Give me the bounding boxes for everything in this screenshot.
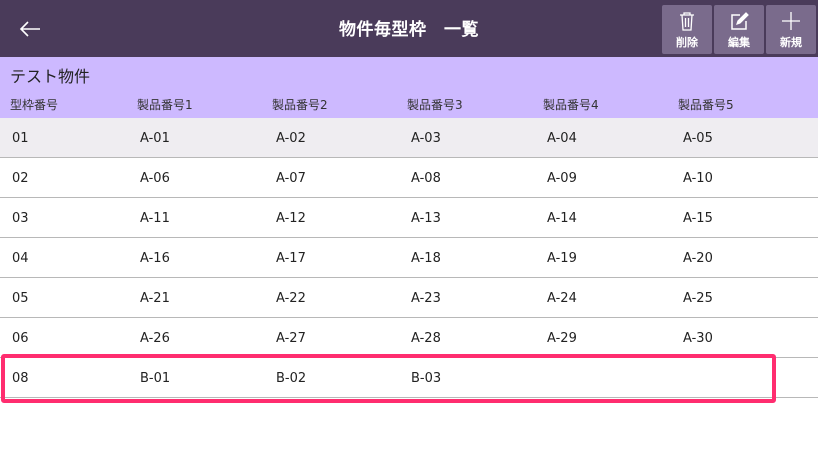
product-cell: A-01 [140,131,170,146]
new-button[interactable]: 新規 [766,5,816,54]
product-cell: A-17 [276,251,306,266]
table-row[interactable]: 04 A-16 A-17 A-18 A-19 A-20 [0,238,818,278]
form-number-cell: 03 [12,211,29,226]
table-row[interactable]: 02 A-06 A-07 A-08 A-09 A-10 [0,158,818,198]
product-cell: A-20 [683,251,713,266]
new-label: 新規 [780,36,802,49]
product-cell: A-18 [411,251,441,266]
edit-button[interactable]: 編集 [714,5,764,54]
table-header: テスト物件 型枠番号 製品番号1 製品番号2 製品番号3 製品番号4 製品番号5 [0,57,818,118]
form-number-cell: 02 [12,171,29,186]
column-header-product-1: 製品番号1 [137,98,193,112]
product-cell: A-07 [276,171,306,186]
product-cell: A-30 [683,331,713,346]
product-cell: B-02 [276,371,307,386]
product-cell: A-10 [683,171,713,186]
table-row[interactable]: 03 A-11 A-12 A-13 A-14 A-15 [0,198,818,238]
edit-label: 編集 [728,36,750,49]
form-number-cell: 05 [12,291,29,306]
product-cell: A-08 [411,171,441,186]
product-cell: A-13 [411,211,441,226]
product-cell: A-22 [276,291,306,306]
product-cell: B-01 [140,371,171,386]
product-cell: A-12 [276,211,306,226]
form-number-cell: 06 [12,331,29,346]
product-cell: A-23 [411,291,441,306]
product-cell: A-26 [140,331,170,346]
delete-button[interactable]: 削除 [662,5,712,54]
form-number-cell: 04 [12,251,29,266]
trash-icon [680,12,694,31]
plus-icon [782,12,800,30]
product-cell: A-04 [547,131,577,146]
table-row[interactable]: 05 A-21 A-22 A-23 A-24 A-25 [0,278,818,318]
product-cell: A-09 [547,171,577,186]
product-cell: A-05 [683,131,713,146]
product-cell: A-21 [140,291,170,306]
product-cell: A-27 [276,331,306,346]
product-cell: A-24 [547,291,577,306]
product-cell: A-11 [140,211,170,226]
column-header-product-4: 製品番号4 [543,98,599,112]
product-cell: A-15 [683,211,713,226]
product-cell: A-14 [547,211,577,226]
product-cell: B-03 [411,371,442,386]
product-cell: A-02 [276,131,306,146]
table-row[interactable]: 01 A-01 A-02 A-03 A-04 A-05 [0,118,818,158]
form-number-cell: 08 [12,371,29,386]
table-row[interactable]: 06 A-26 A-27 A-28 A-29 A-30 [0,318,818,358]
product-cell: A-25 [683,291,713,306]
column-header-form-number: 型枠番号 [10,98,59,112]
product-cell: A-16 [140,251,170,266]
app-header: 物件毎型枠 一覧 削除 編集 新規 [0,0,818,57]
column-header-product-5: 製品番号5 [678,98,734,112]
product-cell: A-29 [547,331,577,346]
edit-icon [731,12,749,30]
project-name: テスト物件 [10,67,91,86]
product-cell: A-03 [411,131,441,146]
product-cell: A-19 [547,251,577,266]
form-number-cell: 01 [12,131,29,146]
product-cell: A-06 [140,171,170,186]
column-header-product-3: 製品番号3 [407,98,463,112]
table-row-selected[interactable]: 08 B-01 B-02 B-03 [0,358,818,398]
delete-label: 削除 [676,36,698,49]
product-cell: A-28 [411,331,441,346]
column-header-product-2: 製品番号2 [272,98,328,112]
